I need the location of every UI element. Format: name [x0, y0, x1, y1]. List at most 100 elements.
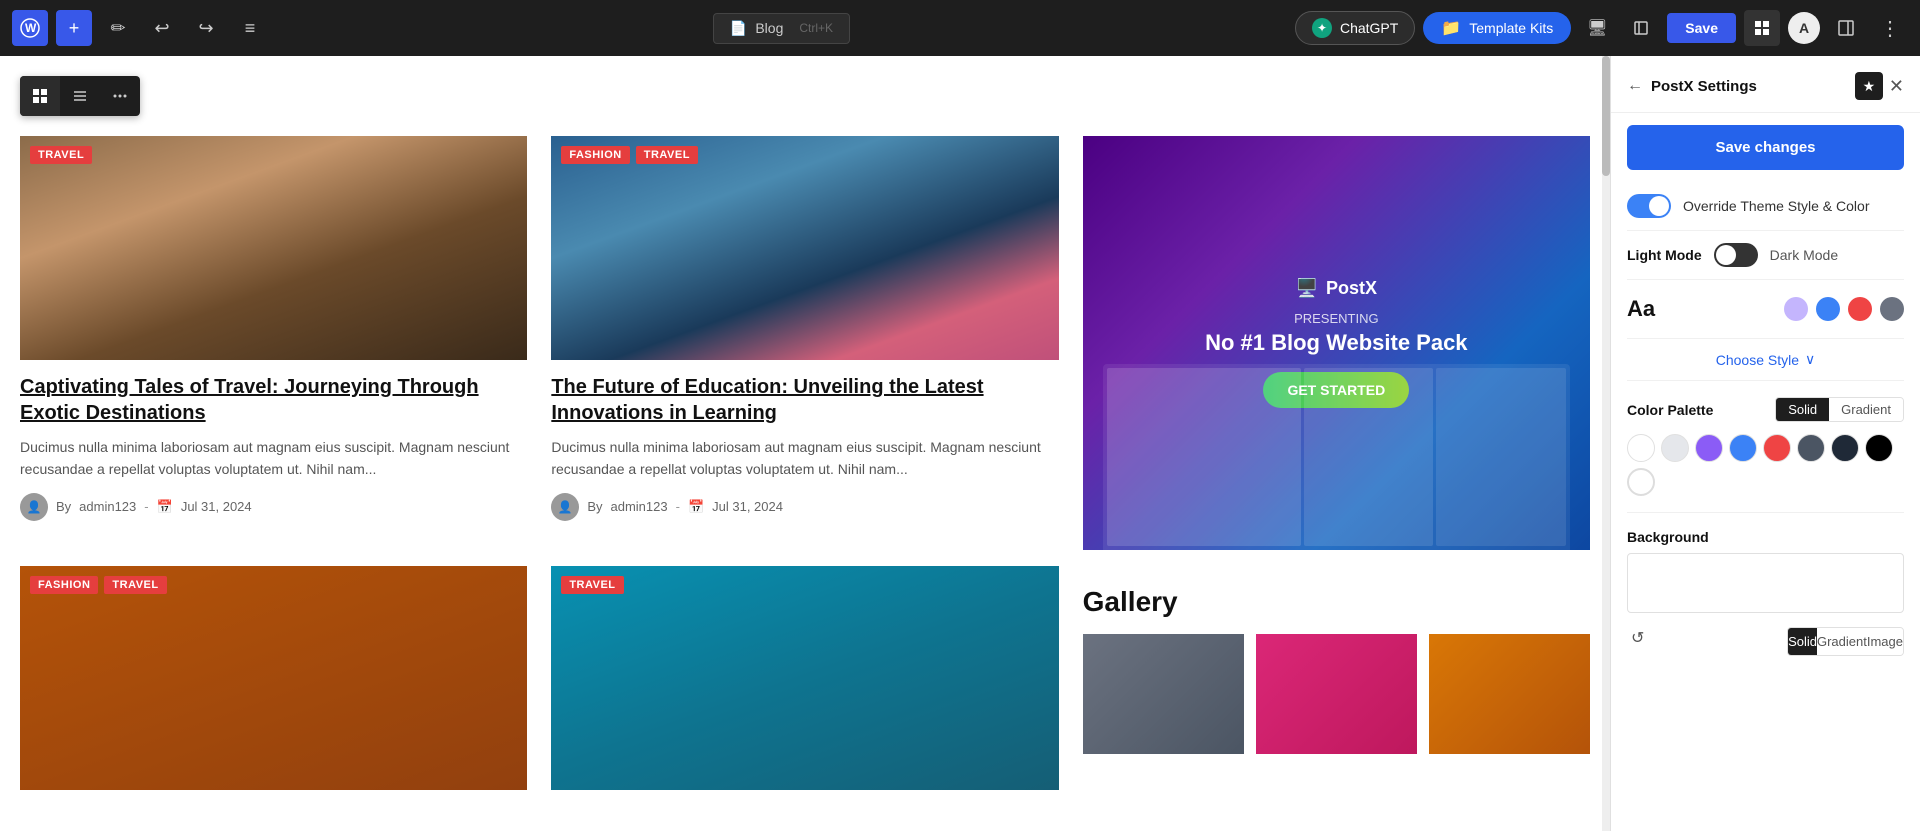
override-toggle-knob [1649, 196, 1669, 216]
color-dot-red[interactable] [1848, 297, 1872, 321]
grid-view-button[interactable] [20, 76, 60, 116]
chatgpt-label: ChatGPT [1340, 20, 1398, 36]
mockup-3 [1436, 368, 1566, 546]
list-view-button[interactable] [60, 76, 100, 116]
bg-image-button[interactable]: Image [1867, 628, 1903, 655]
menu-button[interactable]: ≡ [232, 10, 268, 46]
blog-card-bottom-3: Gallery [1083, 566, 1590, 790]
chatgpt-icon: ✦ [1312, 18, 1332, 38]
postx-logo-icon: 🖥️ [1296, 278, 1318, 299]
card-title-1[interactable]: Captivating Tales of Travel: Journeying … [20, 374, 527, 426]
post-date-1: Jul 31, 2024 [181, 499, 252, 514]
color-swatch-purple[interactable] [1695, 434, 1723, 462]
card-meta-2: 👤 By admin123 - 📅 Jul 31, 2024 [551, 493, 1058, 521]
color-swatch-blue[interactable] [1729, 434, 1757, 462]
blog-grid-bottom: FASHION TRAVEL TRAVEL Galler [20, 566, 1590, 790]
document-title-button[interactable]: 📄 Blog Ctrl+K [713, 13, 850, 44]
solid-palette-button[interactable]: Solid [1776, 398, 1829, 421]
save-changes-button[interactable]: Save changes [1627, 125, 1904, 170]
override-toggle-row: Override Theme Style & Color [1627, 182, 1904, 231]
save-button[interactable]: Save [1667, 13, 1736, 43]
scrollbar-track[interactable] [1602, 56, 1610, 831]
block-toolbar [20, 76, 140, 116]
doc-icon: 📄 [730, 20, 747, 37]
panel-back-button[interactable]: ← [1627, 77, 1643, 95]
main-toolbar: W + ✏ ↩ ↪ ≡ 📄 Blog Ctrl+K ✦ ChatGPT 📁 Te… [0, 0, 1920, 56]
template-kits-button[interactable]: 📁 Template Kits [1423, 12, 1571, 44]
bg-solid-button[interactable]: Solid [1788, 628, 1817, 655]
author-name-1: admin123 [79, 499, 136, 514]
blog-card-postx: 🖥️ PostX PRESENTING No #1 Blog Website P… [1083, 136, 1590, 550]
gallery-img-1 [1083, 634, 1244, 754]
mode-toggle[interactable] [1714, 243, 1758, 267]
calendar-icon-2: 📅 [688, 499, 704, 515]
toolbar-center: 📄 Blog Ctrl+K [276, 13, 1287, 44]
color-swatch-lightgray[interactable] [1661, 434, 1689, 462]
choose-style-chevron: ∨ [1805, 351, 1815, 368]
bg-gradient-button[interactable]: Gradient [1817, 628, 1867, 655]
color-dot-lavender[interactable] [1784, 297, 1808, 321]
template-kits-label: Template Kits [1469, 20, 1553, 36]
override-toggle[interactable] [1627, 194, 1671, 218]
toolbar-right: ✦ ChatGPT 📁 Template Kits 🖥 Save A ⋮ [1295, 10, 1908, 46]
mockup-1 [1107, 368, 1301, 546]
preview-button[interactable] [1623, 10, 1659, 46]
doc-shortcut: Ctrl+K [799, 21, 833, 35]
postx-presenting: PRESENTING [1294, 311, 1379, 326]
travel-tag-2: TRAVEL [636, 146, 698, 164]
more-options-button[interactable]: ⋮ [1872, 10, 1908, 46]
color-swatch-red[interactable] [1763, 434, 1791, 462]
postx-mockups [1103, 364, 1570, 550]
background-input[interactable] [1627, 553, 1904, 613]
card-excerpt-2: Ducimus nulla minima laboriosam aut magn… [551, 436, 1058, 481]
canvas-content: TRAVEL Captivating Tales of Travel: Jour… [0, 56, 1610, 831]
choose-style-label: Choose Style [1716, 352, 1799, 368]
bg-refresh-button[interactable]: ↺ [1627, 624, 1648, 652]
color-swatch-black[interactable] [1865, 434, 1893, 462]
meta-sep-2: - [676, 499, 680, 514]
panel-close-button[interactable]: ✕ [1889, 76, 1904, 97]
responsive-button[interactable]: 🖥 [1579, 10, 1615, 46]
color-swatch-empty[interactable] [1627, 468, 1655, 496]
typography-row: Aa [1627, 280, 1904, 339]
chatgpt-button[interactable]: ✦ ChatGPT [1295, 11, 1415, 45]
scrollbar-thumb[interactable] [1602, 56, 1610, 176]
tools-button[interactable] [1744, 10, 1780, 46]
color-swatch-nearblack[interactable] [1831, 434, 1859, 462]
author-name-2: admin123 [611, 499, 668, 514]
tag-group-bottom-2: TRAVEL [561, 576, 623, 594]
gallery-section: Gallery [1083, 566, 1590, 754]
edit-button[interactable]: ✏ [100, 10, 136, 46]
color-dot-blue[interactable] [1816, 297, 1840, 321]
fashion-image [551, 136, 1058, 360]
color-palette-section: Color Palette Solid Gradient [1627, 381, 1904, 513]
add-block-button[interactable]: + [56, 10, 92, 46]
panel-star-button[interactable]: ★ [1855, 72, 1883, 100]
color-swatch-white[interactable] [1627, 434, 1655, 462]
more-block-options-button[interactable] [100, 76, 140, 116]
author-avatar-1: 👤 [20, 493, 48, 521]
blog-card-bottom-2: TRAVEL [551, 566, 1058, 790]
fashion-tag-b: FASHION [30, 576, 98, 594]
blog-card-2: FASHION TRAVEL The Future of Education: … [551, 136, 1058, 550]
tag-group-1: TRAVEL [30, 146, 92, 164]
wordpress-logo[interactable]: W [12, 10, 48, 46]
gradient-palette-button[interactable]: Gradient [1829, 398, 1903, 421]
bottom-img-2 [551, 566, 1058, 790]
panel-header-left: ← PostX Settings [1627, 77, 1757, 95]
panel-header: ← PostX Settings ★ ✕ [1611, 56, 1920, 113]
color-swatches [1627, 434, 1904, 496]
gallery-img-3 [1429, 634, 1590, 754]
travel-image [20, 136, 527, 360]
sidebar-toggle-button[interactable] [1828, 10, 1864, 46]
undo-button[interactable]: ↩ [144, 10, 180, 46]
mode-toggle-knob [1716, 245, 1736, 265]
panel-content: Override Theme Style & Color Light Mode … [1611, 182, 1920, 672]
color-swatch-darkgray[interactable] [1797, 434, 1825, 462]
astra-button[interactable]: A [1788, 12, 1820, 44]
color-dot-gray[interactable] [1880, 297, 1904, 321]
redo-button[interactable]: ↪ [188, 10, 224, 46]
choose-style-button[interactable]: Choose Style ∨ [1716, 351, 1816, 368]
canvas-area[interactable]: TRAVEL Captivating Tales of Travel: Jour… [0, 56, 1610, 831]
card-title-2[interactable]: The Future of Education: Unveiling the L… [551, 374, 1058, 426]
